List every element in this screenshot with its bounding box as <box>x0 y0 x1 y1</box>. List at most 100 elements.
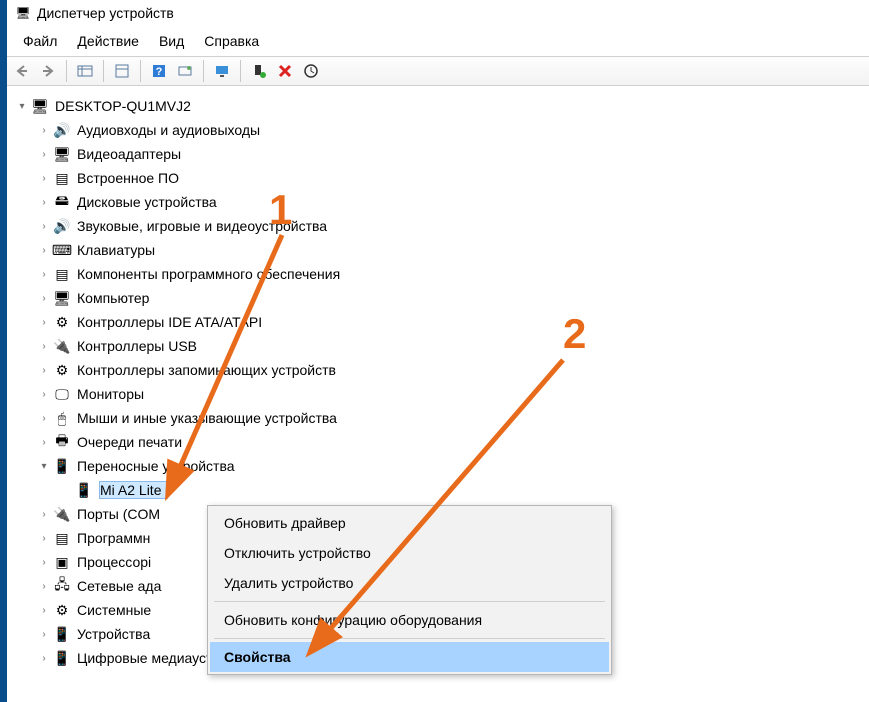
context-update-driver[interactable]: Обновить драйвер <box>210 508 609 538</box>
expander-spacer <box>59 483 73 497</box>
chevron-right-icon[interactable]: › <box>37 315 51 329</box>
chevron-right-icon[interactable]: › <box>37 291 51 305</box>
context-scan-hardware[interactable]: Обновить конфигурацию оборудования <box>210 605 609 635</box>
selected-device-label: Mi A2 Lite <box>99 481 168 499</box>
context-menu: Обновить драйвер Отключить устройство Уд… <box>207 505 612 675</box>
chevron-down-icon[interactable]: ▾ <box>15 99 29 113</box>
scan-hardware-icon <box>303 63 319 79</box>
chevron-right-icon[interactable]: › <box>37 627 51 641</box>
device-category-icon: ▤ <box>53 265 71 283</box>
device-category-icon: 🖶 <box>53 433 71 451</box>
tree-node[interactable]: ›🖥Компьютер <box>37 286 865 310</box>
context-separator <box>214 601 605 602</box>
chevron-right-icon[interactable]: › <box>37 603 51 617</box>
device-category-icon: ⌨ <box>53 241 71 259</box>
monitor-refresh-icon <box>214 63 230 79</box>
tree-node-label: Мониторы <box>77 386 150 402</box>
menubar: Файл Действие Вид Справка <box>7 26 869 56</box>
toolbar-scan-hardware-button[interactable] <box>300 60 322 82</box>
chevron-right-icon[interactable]: › <box>37 123 51 137</box>
menu-file[interactable]: Файл <box>13 29 67 53</box>
chevron-right-icon[interactable]: › <box>37 411 51 425</box>
chevron-right-icon[interactable]: › <box>37 387 51 401</box>
tree-node[interactable]: ›🖵Мониторы <box>37 382 865 406</box>
device-category-icon: ▤ <box>53 169 71 187</box>
chevron-right-icon[interactable]: › <box>37 243 51 257</box>
tree-node-label: Контроллеры USB <box>77 338 203 354</box>
chevron-right-icon[interactable]: › <box>37 363 51 377</box>
chevron-right-icon[interactable]: › <box>37 195 51 209</box>
arrow-right-icon <box>41 64 55 78</box>
tree-node-label: Устройства <box>77 626 156 642</box>
context-uninstall-device[interactable]: Удалить устройство <box>210 568 609 598</box>
device-category-icon: 🔌 <box>53 337 71 355</box>
toolbar-help-button[interactable]: ? <box>148 60 170 82</box>
tree-root-node[interactable]: ▾ 🖥 DESKTOP-QU1MVJ2 <box>15 94 865 118</box>
chevron-right-icon[interactable]: › <box>37 651 51 665</box>
chevron-right-icon[interactable]: › <box>37 219 51 233</box>
tree-node[interactable]: ›🖱Мыши и иные указывающие устройства <box>37 406 865 430</box>
device-category-icon: 🖧 <box>53 577 71 595</box>
toolbar-forward-button[interactable] <box>37 60 59 82</box>
titlebar: 🖥 Диспетчер устройств <box>7 0 869 26</box>
svg-text:?: ? <box>156 66 163 78</box>
context-separator <box>214 638 605 639</box>
chevron-right-icon[interactable]: › <box>37 147 51 161</box>
tree-node-label: Звуковые, игровые и видеоустройства <box>77 218 333 234</box>
device-category-icon: ⚙ <box>53 361 71 379</box>
chevron-right-icon[interactable]: › <box>37 555 51 569</box>
toolbar-back-button[interactable] <box>11 60 33 82</box>
context-disable-device[interactable]: Отключить устройство <box>210 538 609 568</box>
tree-node-child[interactable]: 📱Mi A2 Lite <box>59 478 865 502</box>
chevron-right-icon[interactable]: › <box>37 267 51 281</box>
chevron-right-icon[interactable]: › <box>37 507 51 521</box>
menu-help[interactable]: Справка <box>194 29 269 53</box>
chevron-right-icon[interactable]: › <box>37 579 51 593</box>
context-properties[interactable]: Свойства <box>210 642 609 672</box>
toolbar-separator <box>66 60 67 82</box>
toolbar-properties-button[interactable] <box>111 60 133 82</box>
toolbar-show-hidden-button[interactable] <box>74 60 96 82</box>
chevron-down-icon[interactable]: ▾ <box>37 459 51 473</box>
menu-action[interactable]: Действие <box>67 29 149 53</box>
device-category-icon: ▤ <box>53 529 71 547</box>
device-category-icon: 🖥 <box>53 145 71 163</box>
chevron-right-icon[interactable]: › <box>37 435 51 449</box>
tree-node[interactable]: ›🔌 Контроллеры USB <box>37 334 865 358</box>
toolbar-enable-button[interactable] <box>248 60 270 82</box>
tree-node-label: Переносные устройства <box>77 458 241 474</box>
tree-node[interactable]: ›⚙ Контроллеры запоминающих устройств <box>37 358 865 382</box>
tree-node[interactable]: ›⚙Контроллеры IDE ATA/ATAPI <box>37 310 865 334</box>
toolbar-separator <box>203 60 204 82</box>
tree-node-label: Мыши и иные указывающие устройства <box>77 410 343 426</box>
toolbar-scan-button[interactable] <box>174 60 196 82</box>
device-category-icon: ⚙ <box>53 601 71 619</box>
tree-node[interactable]: ›🖶 Очереди печати <box>37 430 865 454</box>
tree-node[interactable]: ›🖥Видеоадаптеры <box>37 142 865 166</box>
tree-node[interactable]: ›🔊Звуковые, игровые и видеоустройства <box>37 214 865 238</box>
chevron-right-icon[interactable]: › <box>37 531 51 545</box>
window-title: Диспетчер устройств <box>37 5 174 21</box>
tree-node-label: Дисковые устройства <box>77 194 223 210</box>
chevron-right-icon[interactable]: › <box>37 339 51 353</box>
menu-view[interactable]: Вид <box>149 29 194 53</box>
toolbar-update-driver-button[interactable] <box>211 60 233 82</box>
tree-node[interactable]: ›🖴Дисковые устройства <box>37 190 865 214</box>
tree-node-label: Контроллеры запоминающих устройств <box>77 362 342 378</box>
tree-node[interactable]: ›🔊Аудиовходы и аудиовыходы <box>37 118 865 142</box>
tree-node[interactable]: ▾📱Переносные устройства <box>37 454 865 478</box>
tree-node-label: Очереди печати <box>77 434 188 450</box>
chevron-right-icon[interactable]: › <box>37 171 51 185</box>
device-category-icon: ▣ <box>53 553 71 571</box>
toolbar-uninstall-button[interactable] <box>274 60 296 82</box>
tree-node-label: Контроллеры IDE ATA/ATAPI <box>77 314 268 330</box>
tree-node[interactable]: ›▤ Встроенное ПО <box>37 166 865 190</box>
arrow-left-icon <box>15 64 29 78</box>
annotation-number-2: 2 <box>563 310 586 358</box>
tree-node[interactable]: ›▤Компоненты программного обеспечения <box>37 262 865 286</box>
annotation-number-1: 1 <box>269 186 292 234</box>
device-category-icon: 🔊 <box>53 121 71 139</box>
tree-node[interactable]: ›⌨Клавиатуры <box>37 238 865 262</box>
toolbar-separator <box>103 60 104 82</box>
tree-node-label: Встроенное ПО <box>77 170 185 186</box>
